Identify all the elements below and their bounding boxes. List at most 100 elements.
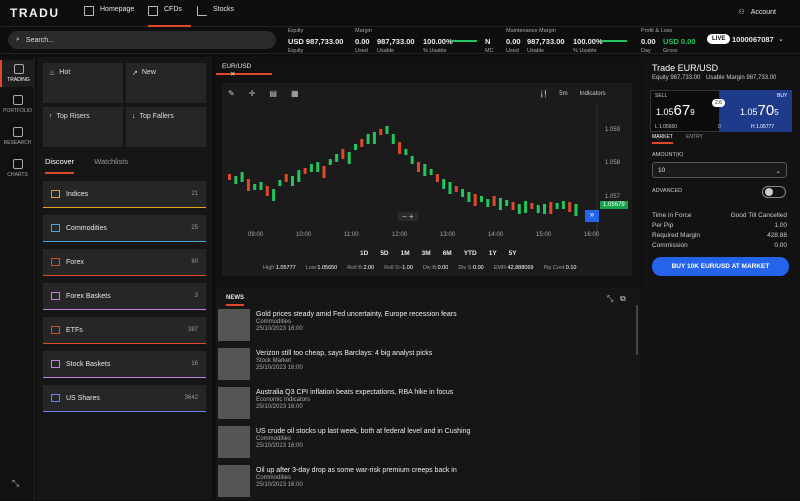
metric-margin: Margin 0.00 Used xyxy=(355,28,372,54)
quick-top-risers[interactable]: ↑ Top Risers xyxy=(43,107,123,147)
table-icon[interactable]: ▦ xyxy=(291,89,299,98)
candle xyxy=(442,179,446,189)
pencil-icon[interactable]: ✎ xyxy=(228,89,235,98)
category-count: 80 xyxy=(191,259,198,265)
category-name: Commodities xyxy=(66,224,107,232)
buy-label: BUY xyxy=(777,93,788,99)
category-row[interactable]: Forex 80 xyxy=(43,249,206,276)
leftnav-label: PORTFOLIO xyxy=(3,108,32,114)
news-item[interactable]: Australia Q3 CPI inflation beats expecta… xyxy=(218,387,633,423)
candle-icon[interactable]: ╽╿ xyxy=(540,91,547,98)
range-button[interactable]: YTD xyxy=(464,250,477,257)
pin-icon[interactable]: ⤡ xyxy=(607,294,613,304)
range-button[interactable]: 3M xyxy=(422,250,431,257)
quick-top-fallers[interactable]: ↓ Top Fallers xyxy=(126,107,206,147)
perpip-row: Per Pip 1.00 xyxy=(652,222,787,229)
logo[interactable]: TRADU xyxy=(10,6,60,20)
category-count: 16 xyxy=(191,361,198,367)
search-icon: ⌕ xyxy=(16,36,20,43)
zoom-control[interactable]: − + xyxy=(398,212,418,221)
candle xyxy=(555,203,559,209)
candle xyxy=(473,194,477,206)
account-number[interactable]: 1000067087 xyxy=(732,35,774,44)
charts-icon xyxy=(12,159,23,169)
portfolio-icon xyxy=(12,95,23,105)
comment-icon[interactable]: ▤ xyxy=(269,89,277,98)
amount-select[interactable]: 10 ⌄ xyxy=(652,162,787,178)
news-item[interactable]: Gold prices steady amid Fed uncertainty,… xyxy=(218,309,633,345)
leftnav-research[interactable]: RESEARCH xyxy=(0,123,35,150)
nav-homepage-label: Homepage xyxy=(100,6,135,13)
metric-sub: Used xyxy=(355,48,368,54)
chart-tab[interactable]: EUR/USD ✕ xyxy=(216,58,272,78)
candle xyxy=(524,201,528,213)
nav-stocks[interactable]: Stocks xyxy=(197,6,234,27)
quick-hot[interactable]: ♨ Hot xyxy=(43,63,123,103)
nav-homepage[interactable]: Homepage xyxy=(84,6,134,27)
leftnav-trading[interactable]: TRADING xyxy=(0,60,35,87)
price-chart[interactable] xyxy=(222,104,632,244)
news-date: 25/10/2023 16:00 xyxy=(256,365,303,371)
metric-label: Equity xyxy=(288,28,304,34)
range-button[interactable]: 5Y xyxy=(509,250,517,257)
perpip-label: Per Pip xyxy=(652,222,674,229)
range-button[interactable]: 6M xyxy=(443,250,452,257)
search-input[interactable]: ⌕ Search... xyxy=(8,31,276,49)
candle xyxy=(454,186,458,192)
indicators-button[interactable]: Indicators xyxy=(580,91,606,98)
buy-price-big: 1.05 xyxy=(740,107,758,117)
chevron-down-icon[interactable]: ⌄ xyxy=(778,35,784,43)
range-button[interactable]: 1M xyxy=(401,250,410,257)
sell-price-big: 1.05 xyxy=(656,107,674,117)
category-count: 25 xyxy=(191,225,198,231)
tif-value[interactable]: Good Till Cancelled xyxy=(731,212,787,219)
external-link-icon[interactable]: ⧉ xyxy=(620,294,626,304)
metric-maintenance-usable: 987,733.00 Usable xyxy=(527,28,565,54)
quick-new[interactable]: ↗ New xyxy=(126,63,206,103)
advanced-toggle[interactable] xyxy=(762,186,786,198)
range-button[interactable]: 1Y xyxy=(489,250,497,257)
category-icon xyxy=(51,258,60,266)
news-item[interactable]: Verizon still too cheap, says Barclays: … xyxy=(218,348,633,384)
x-tick: 11:00 xyxy=(344,232,359,238)
tab-market[interactable]: MARKET xyxy=(652,134,673,144)
category-row[interactable]: Indices 21 xyxy=(43,181,206,208)
live-badge[interactable]: LIVE xyxy=(707,34,731,44)
news-scrollbar[interactable] xyxy=(636,305,638,355)
collapse-icon[interactable]: ⤡ xyxy=(12,478,19,489)
candle xyxy=(322,166,326,178)
category-icon xyxy=(51,224,60,232)
category-row[interactable]: Commodities 25 xyxy=(43,215,206,242)
metric-sub: % Usable xyxy=(573,48,597,54)
interval-select[interactable]: 5m xyxy=(559,91,567,98)
trade-equity: Equity 987,733.00 xyxy=(652,75,701,81)
tab-watchlists[interactable]: Watchlists xyxy=(94,157,128,174)
leftnav-label: CHARTS xyxy=(7,172,28,178)
news-item[interactable]: Oil up after 3-day drop as some war-risk… xyxy=(218,465,633,501)
category-row[interactable]: Stock Baskets 16 xyxy=(43,351,206,378)
sell-price: 1.05679 xyxy=(656,102,695,119)
buy-market-button[interactable]: BUY 10K EUR/USD AT MARKET xyxy=(652,257,789,276)
crosshair-icon[interactable]: ✛ xyxy=(249,89,256,98)
y-tick: 1.059 xyxy=(605,127,621,133)
range-button[interactable]: 5D xyxy=(380,250,388,257)
close-icon[interactable]: ✕ xyxy=(230,71,235,78)
metric-value: 0.00 xyxy=(355,37,370,46)
account-menu[interactable]: ⚇ Account xyxy=(738,8,776,17)
category-name: US Shares xyxy=(66,394,100,402)
leftnav-charts[interactable]: CHARTS xyxy=(0,155,35,182)
category-icon xyxy=(51,292,60,300)
news-item[interactable]: US crude oil stocks up last week, both a… xyxy=(218,426,633,462)
range-button[interactable]: 1D xyxy=(360,250,368,257)
leftnav-portfolio[interactable]: PORTFOLIO xyxy=(0,91,35,118)
category-row[interactable]: Forex Baskets 3 xyxy=(43,283,206,310)
category-row[interactable]: US Shares 3642 xyxy=(43,385,206,412)
candle xyxy=(492,196,496,206)
nav-cfds[interactable]: CFDs xyxy=(148,6,191,27)
scroll-right-icon[interactable]: » xyxy=(585,210,599,222)
category-row[interactable]: ETFs 387 xyxy=(43,317,206,344)
tab-discover[interactable]: Discover xyxy=(45,157,75,174)
news-category: Commodities xyxy=(256,319,292,325)
tab-entry[interactable]: ENTRY xyxy=(686,134,703,140)
category-name: ETFs xyxy=(66,326,83,334)
